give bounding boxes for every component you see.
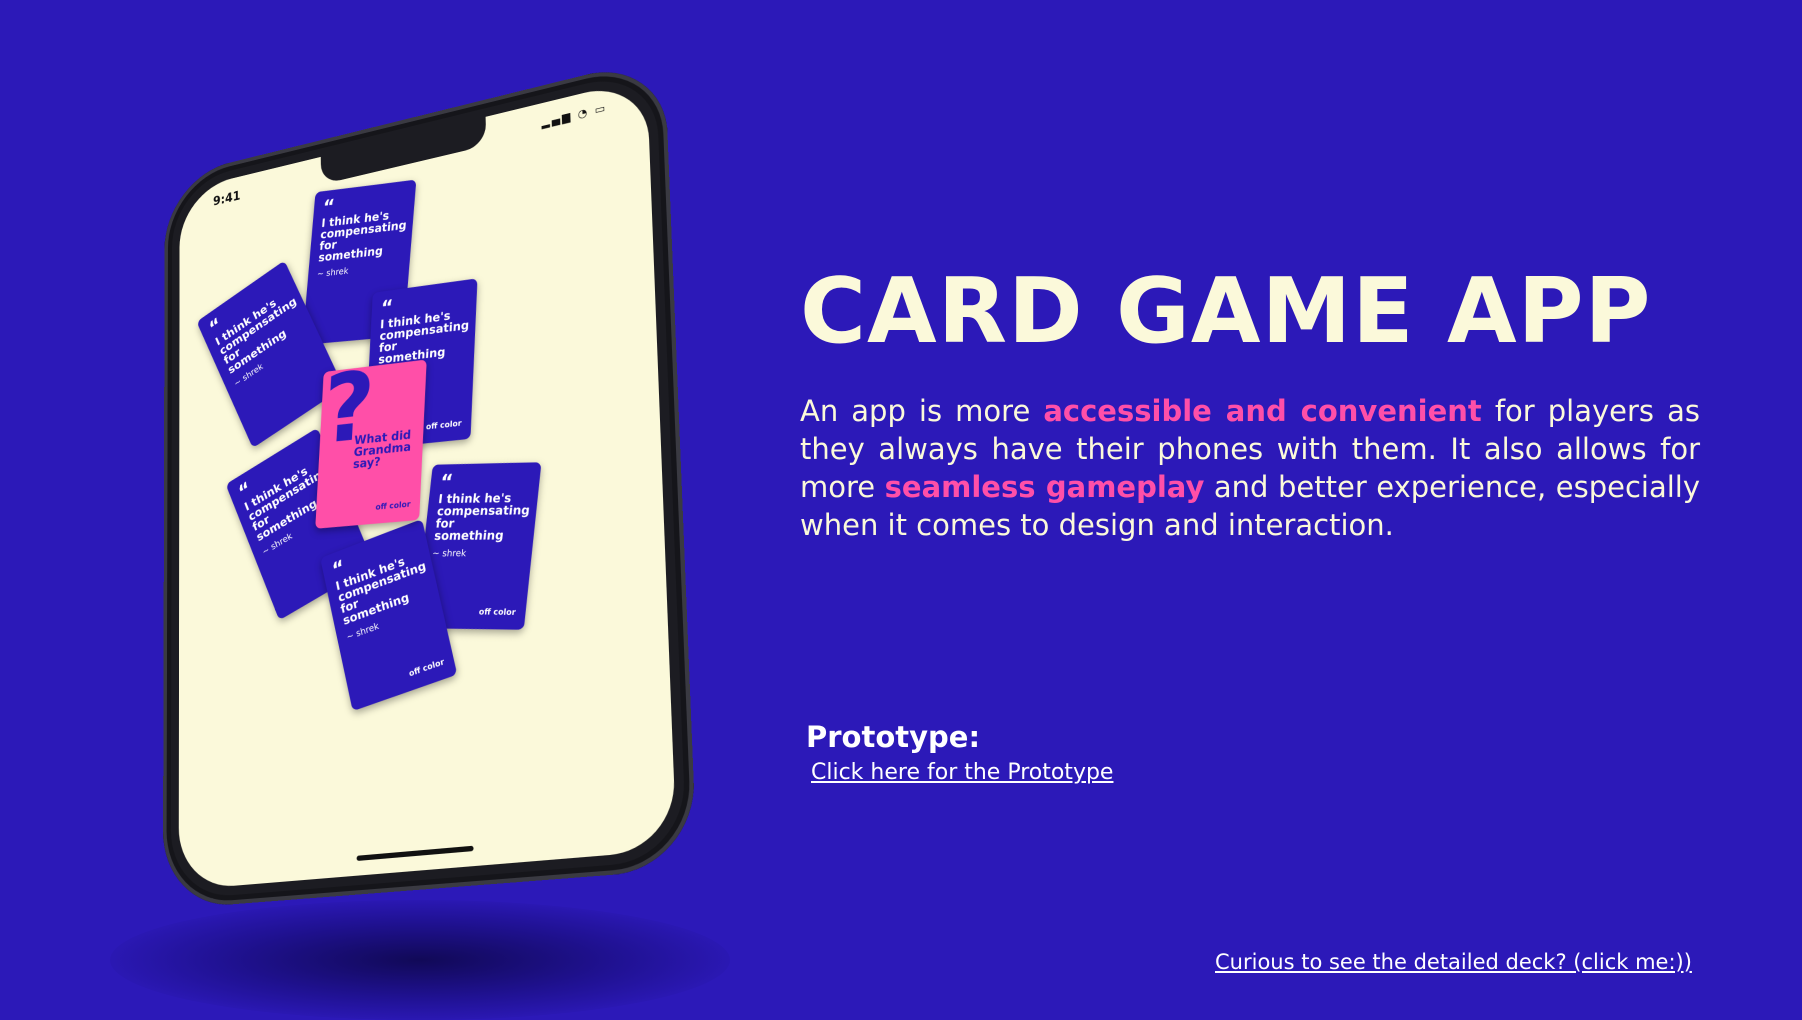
card-brand: off color — [375, 499, 410, 514]
prototype-label: Prototype: — [806, 720, 980, 754]
pink-question-card[interactable]: ? What did Grandma say? off color — [315, 360, 427, 529]
status-icons: ▂▄▆ ◔ ▭ — [541, 101, 607, 129]
card-text: I think he's compensating for something — [318, 208, 405, 264]
highlight-seamless: seamless gameplay — [885, 470, 1205, 504]
page-title: CARD GAME APP — [800, 262, 1652, 362]
quote-icon: “ — [439, 469, 454, 494]
card-text: I think he's compensating for something — [378, 307, 467, 365]
home-indicator — [356, 846, 473, 861]
description-text: An app is more — [800, 394, 1043, 428]
phone-frame: 9:41 ▂▄▆ ◔ ▭ “ I think he's compensating… — [163, 55, 697, 909]
description: An app is more accessible and convenient… — [800, 392, 1700, 544]
card-brand: off color — [426, 418, 462, 434]
prototype-link[interactable]: Click here for the Prototype — [811, 760, 1113, 785]
phone-shadow — [110, 900, 730, 1020]
deck-link[interactable]: Curious to see the detailed deck? (click… — [1215, 950, 1692, 974]
card-author: ~ shrek — [317, 260, 401, 280]
card-brand: off color — [408, 656, 446, 680]
phone-mockup: 9:41 ▂▄▆ ◔ ▭ “ I think he's compensating… — [135, 108, 680, 878]
phone-notch — [320, 117, 486, 185]
pink-card-text: What did Grandma say? — [353, 428, 420, 470]
highlight-accessible: accessible and convenient — [1043, 394, 1481, 428]
status-time: 9:41 — [213, 189, 240, 209]
card-brand: off color — [478, 606, 516, 619]
card-text: I think he's compensating for something — [434, 492, 529, 542]
card-author: ~ shrek — [432, 548, 523, 561]
phone-screen: 9:41 ▂▄▆ ◔ ▭ “ I think he's compensating… — [179, 78, 677, 891]
